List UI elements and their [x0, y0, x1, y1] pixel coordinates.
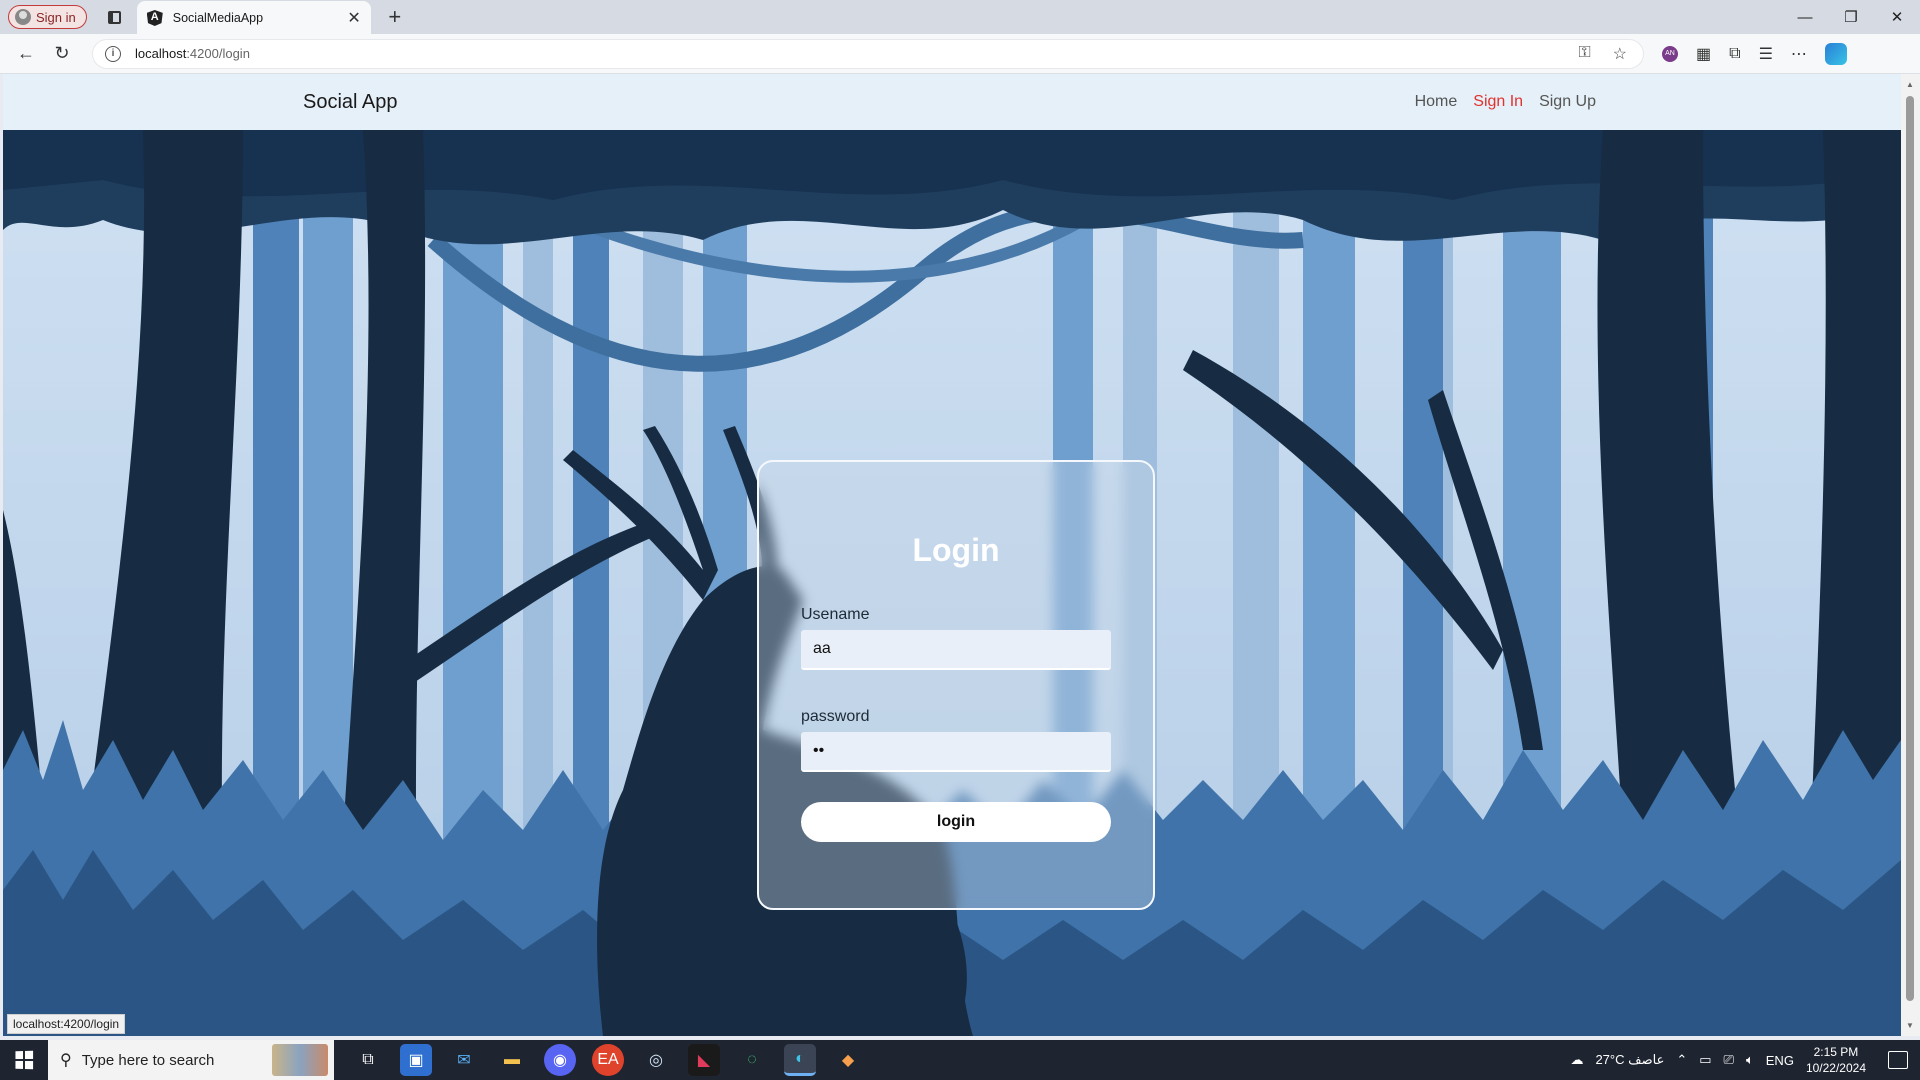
site-info-icon[interactable]: i: [105, 45, 121, 62]
minimize-icon[interactable]: —: [1782, 0, 1828, 34]
show-hidden-icons-icon[interactable]: ⌃: [1676, 1052, 1687, 1068]
new-tab-button[interactable]: +: [381, 4, 409, 30]
copilot-app-icon[interactable]: ◆: [832, 1044, 864, 1076]
window-controls: — ❐ ✕: [1782, 0, 1920, 34]
login-button[interactable]: login: [801, 802, 1111, 842]
extension-avatar-icon[interactable]: AN: [1662, 45, 1678, 62]
address-toolbar: ← ↻ i localhost:4200/login ⚿ ☆ AN ▦ ⧉ ☰ …: [0, 34, 1920, 74]
search-highlight-image: [272, 1044, 328, 1076]
system-tray: ☁ 27°C عاصف ⌃ ▭ ⎚ 🔈︎ ENG 2:15 PM 10/22/2…: [1570, 1040, 1920, 1080]
steam-icon[interactable]: ◎: [640, 1044, 672, 1076]
password-label: password: [801, 708, 870, 725]
taskbar-search[interactable]: ⚲ Type here to search: [48, 1040, 334, 1080]
jetbrains-icon[interactable]: ◣: [688, 1044, 720, 1076]
notification-center-icon[interactable]: [1888, 1051, 1908, 1069]
scroll-up-icon[interactable]: ▲: [1906, 80, 1914, 89]
login-card: Login Usename password login: [757, 460, 1155, 910]
angular-favicon-icon: [146, 10, 163, 26]
task-view-icon[interactable]: ⧉: [352, 1044, 384, 1076]
password-key-icon[interactable]: ⚿: [1578, 44, 1590, 64]
password-input[interactable]: [801, 732, 1111, 772]
browser-tab-bar: Sign in SocialMediaApp ✕ + — ❐ ✕: [0, 0, 1920, 35]
refresh-icon[interactable]: ↻: [44, 38, 80, 70]
mail-icon[interactable]: ✉: [448, 1044, 480, 1076]
weather-icon[interactable]: ☁: [1570, 1052, 1583, 1068]
razer-icon[interactable]: ◌: [736, 1044, 768, 1076]
edge-browser-icon[interactable]: ◐: [784, 1044, 816, 1076]
profile-button[interactable]: Sign in: [8, 5, 87, 29]
nav-home-link[interactable]: Home: [1415, 93, 1458, 111]
page-scrollbar[interactable]: ▲ ▼: [1901, 74, 1920, 1036]
close-window-icon[interactable]: ✕: [1874, 0, 1920, 34]
network-icon[interactable]: ⎚: [1724, 1052, 1734, 1068]
windows-logo-icon: [15, 1050, 34, 1070]
tab-title: SocialMediaApp: [172, 11, 264, 25]
nav-signup-link[interactable]: Sign Up: [1539, 93, 1596, 111]
login-title: Login: [912, 532, 1000, 568]
weather-text[interactable]: 27°C عاصف: [1595, 1052, 1664, 1068]
status-bar-url: localhost:4200/login: [7, 1014, 126, 1034]
address-bar[interactable]: i localhost:4200/login ⚿ ☆: [92, 38, 1644, 69]
restore-icon[interactable]: ❐: [1828, 0, 1874, 34]
more-menu-icon[interactable]: ⋯: [1791, 44, 1807, 64]
search-placeholder: Type here to search: [81, 1051, 215, 1069]
scroll-down-icon[interactable]: ▼: [1906, 1021, 1914, 1030]
favorite-star-icon[interactable]: ☆: [1613, 44, 1627, 64]
taskbar-clock[interactable]: 2:15 PM 10/22/2024: [1806, 1044, 1866, 1076]
profile-label: Sign in: [36, 9, 76, 25]
start-button[interactable]: [0, 1040, 48, 1080]
store-icon[interactable]: ▣: [400, 1044, 432, 1076]
volume-icon[interactable]: 🔈︎: [1746, 1052, 1754, 1068]
extensions-icon[interactable]: ⧉: [1729, 45, 1740, 63]
copilot-icon[interactable]: [1824, 42, 1847, 65]
profile-avatar-icon: [15, 9, 31, 25]
ea-app-icon[interactable]: EA: [592, 1044, 624, 1076]
tab-close-icon[interactable]: ✕: [347, 8, 360, 28]
search-icon: ⚲: [60, 1052, 72, 1069]
file-explorer-icon[interactable]: ▬: [496, 1044, 528, 1076]
discord-icon[interactable]: ◉: [544, 1044, 576, 1076]
username-label: Usename: [801, 606, 870, 623]
browser-tab[interactable]: SocialMediaApp ✕: [136, 1, 371, 35]
nav-signin-link[interactable]: Sign In: [1473, 93, 1523, 111]
username-input[interactable]: [801, 630, 1111, 670]
meet-now-icon[interactable]: ▭: [1699, 1052, 1711, 1068]
split-screen-icon[interactable]: ▦: [1696, 44, 1711, 64]
scrollbar-thumb[interactable]: [1906, 96, 1914, 1001]
brand-logo[interactable]: Social App: [303, 91, 398, 114]
app-navbar: Social App Home Sign In Sign Up: [3, 74, 1901, 130]
windows-taskbar: ⚲ Type here to search ⧉ ▣ ✉ ▬ ◉ EA ◎ ◣ ◌…: [0, 1040, 1920, 1080]
language-indicator[interactable]: ENG: [1766, 1053, 1794, 1068]
page-viewport: Social App Home Sign In Sign Up Login Us…: [3, 74, 1901, 1036]
tab-actions-icon[interactable]: [101, 5, 129, 29]
url-text[interactable]: localhost:4200/login: [135, 46, 1578, 61]
back-icon[interactable]: ←: [8, 38, 44, 70]
favorites-icon[interactable]: ☰: [1759, 44, 1773, 64]
